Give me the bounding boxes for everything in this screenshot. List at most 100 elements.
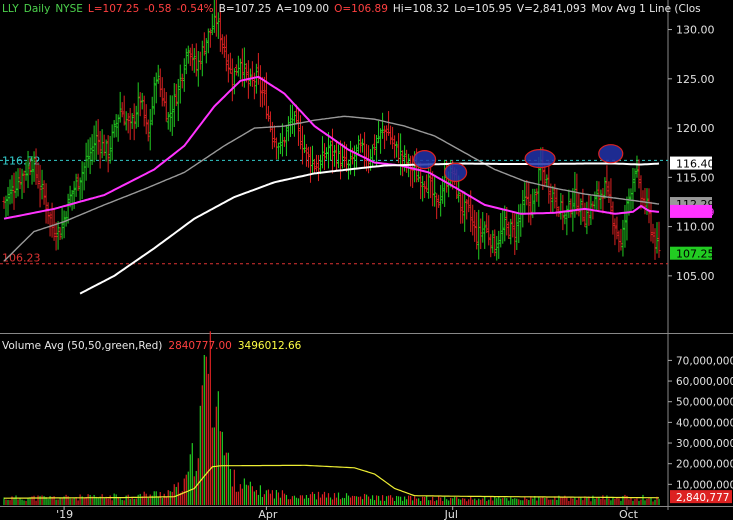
price-bar — [158, 68, 162, 98]
price-bar — [639, 175, 643, 210]
price-bar — [108, 135, 112, 164]
time-tick-label: Oct — [619, 508, 639, 520]
price-bar — [88, 137, 92, 175]
price-bar — [126, 113, 130, 134]
volume-title[interactable]: Volume Avg (50,50,green,Red) — [2, 340, 162, 352]
price-bar — [258, 65, 262, 107]
price-bar — [302, 134, 306, 154]
price-bar — [184, 48, 188, 75]
price-bar — [50, 202, 54, 238]
price-bar — [621, 219, 625, 257]
price-tick-label: 105.00 — [676, 270, 715, 283]
price-bar — [118, 91, 122, 123]
price-bar — [479, 218, 483, 250]
price-bar — [533, 188, 537, 215]
period-label[interactable]: Daily — [24, 3, 51, 15]
price-bar — [94, 120, 98, 160]
price-bar — [234, 64, 238, 76]
price-bar — [40, 169, 44, 200]
price-bar — [10, 175, 14, 204]
price-bar — [86, 139, 90, 168]
price-bar — [186, 45, 190, 64]
price-bar — [210, 13, 214, 36]
price-bar — [298, 115, 302, 150]
price-bar — [192, 48, 196, 73]
price-bar — [70, 190, 74, 211]
highlight-ellipse — [444, 162, 468, 183]
price-bar — [122, 95, 126, 126]
price-bar — [216, 12, 220, 39]
price-bar — [232, 68, 236, 95]
price-bar — [100, 129, 104, 159]
price-bar — [14, 171, 18, 199]
price-tick-label: 125.00 — [676, 73, 715, 86]
volume-tick-label: 40,000,000 — [676, 417, 733, 429]
price-bar — [162, 88, 166, 107]
price-bar — [653, 228, 657, 260]
price-bar — [425, 174, 429, 193]
price-bar — [280, 123, 284, 157]
price-bar — [623, 204, 627, 248]
price-bar — [78, 177, 82, 201]
price-bar — [523, 182, 527, 214]
price-bar — [4, 195, 8, 219]
price-bar — [120, 102, 124, 118]
price-bar — [164, 92, 168, 122]
price-bar — [619, 228, 623, 251]
volume-tick-label: 70,000,000 — [676, 355, 733, 367]
price-bar — [575, 173, 579, 215]
price-bar — [421, 175, 425, 202]
price-bars — [2, 0, 661, 261]
price-bar — [266, 105, 270, 122]
price-bar — [92, 125, 96, 163]
price-bar — [242, 47, 246, 88]
price-bar — [98, 131, 102, 169]
price-bar — [8, 179, 12, 205]
price-tag-label: 111.49 — [676, 206, 715, 219]
price-bar — [304, 143, 308, 167]
price-bar — [132, 103, 136, 141]
price-bar — [142, 95, 146, 127]
price-bar — [465, 199, 469, 220]
price-bar — [517, 204, 521, 243]
price-bar — [335, 140, 339, 172]
last-price: L=107.25 — [87, 3, 140, 15]
price-bar — [150, 96, 154, 126]
price-bar — [148, 109, 152, 151]
price-bar — [182, 58, 186, 92]
price-bar — [613, 218, 617, 246]
volume-tag-label: 2,840,777 — [676, 492, 729, 504]
indicator-label[interactable]: Mov Avg 1 Line (Clos — [591, 3, 700, 15]
price-bar — [331, 128, 335, 174]
price-bar — [288, 104, 292, 138]
price-bar — [46, 202, 50, 225]
price-bar — [643, 187, 647, 215]
price-bar — [54, 222, 58, 251]
price-bar — [657, 221, 661, 258]
ma200-line — [79, 162, 660, 295]
price-bar — [308, 146, 312, 183]
symbol-label[interactable]: LLY — [2, 3, 19, 15]
price-bar — [270, 121, 274, 150]
price-bar — [461, 191, 465, 224]
price-bar — [176, 78, 180, 122]
price-bar — [375, 134, 379, 167]
price-bar — [256, 52, 260, 85]
price-bar — [178, 64, 182, 104]
price-bar — [355, 144, 359, 169]
price-bar — [389, 125, 393, 145]
price-bar — [306, 146, 310, 168]
price-bar — [521, 189, 525, 228]
price-bar — [333, 145, 337, 167]
price-bar — [475, 212, 479, 250]
price-bar — [144, 104, 148, 135]
price-bar — [296, 108, 300, 146]
volume-average-line — [4, 464, 659, 499]
volume-header: Volume Avg (50,50,green,Red) 2840777.00 34… — [2, 340, 307, 352]
price-bar — [585, 201, 589, 235]
price-bar — [649, 201, 653, 242]
price-bar — [593, 191, 597, 209]
time-tick-label: Jul — [444, 508, 458, 520]
price-bar — [228, 52, 232, 74]
price-bar — [56, 221, 60, 250]
